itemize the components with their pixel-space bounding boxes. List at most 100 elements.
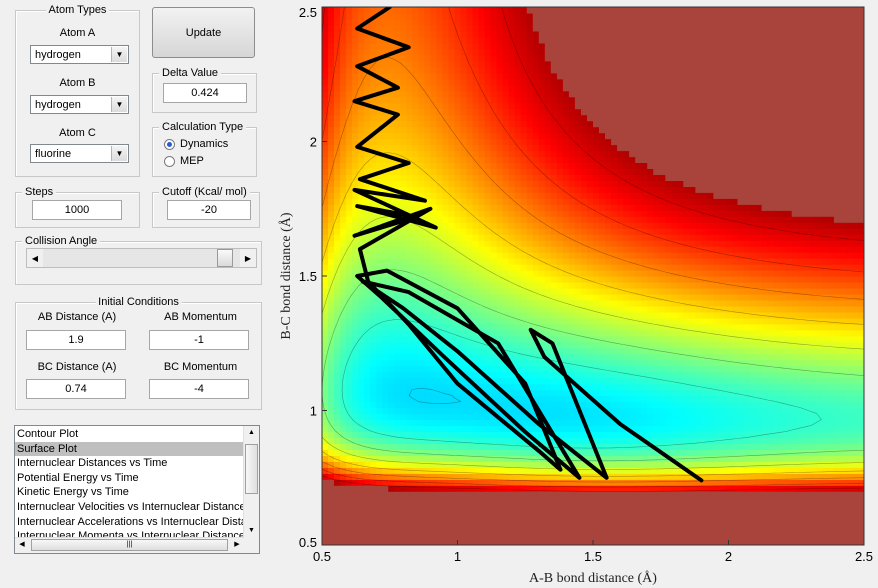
- surface-cell: [352, 491, 359, 498]
- list-horizontal-scrollbar[interactable]: ◀ ||| ▶: [15, 537, 244, 553]
- surface-cell: [574, 138, 582, 146]
- surface-cell: [508, 210, 516, 217]
- surface-cell: [448, 114, 456, 122]
- surface-cell: [388, 72, 395, 80]
- surface-cell: [502, 234, 510, 241]
- surface-cell: [472, 282, 480, 289]
- delta-input[interactable]: 0.424: [163, 83, 247, 103]
- surface-cell: [472, 42, 480, 50]
- ab-momentum-input[interactable]: -1: [149, 330, 249, 350]
- surface-cell: [647, 210, 654, 217]
- plot-list-item[interactable]: Internuclear Accelerations vs Internucle…: [15, 515, 244, 530]
- plot-list-item[interactable]: Internuclear Velocities vs Internuclear …: [15, 500, 244, 515]
- surface-cell: [550, 497, 558, 504]
- surface-cell: [376, 299, 383, 307]
- surface-cell: [508, 467, 516, 474]
- surface-cell: [526, 84, 534, 92]
- surface-cell: [346, 216, 353, 223]
- update-button[interactable]: Update: [152, 7, 255, 58]
- scroll-right-arrow-icon[interactable]: ▶: [230, 538, 244, 552]
- surface-cell: [599, 240, 606, 247]
- surface-cell: [382, 60, 389, 68]
- surface-cell: [442, 78, 449, 86]
- surface-cell: [328, 19, 335, 26]
- surface-cell: [593, 42, 600, 50]
- surface-cell: [532, 108, 540, 116]
- surface-cell: [328, 389, 335, 397]
- surface-cell: [581, 156, 588, 163]
- scroll-left-arrow-icon[interactable]: ◀: [15, 538, 29, 552]
- surface-cell: [376, 383, 383, 391]
- surface-cell: [328, 180, 335, 187]
- hscroll-thumb[interactable]: |||: [31, 539, 228, 551]
- surface-cell: [472, 144, 480, 152]
- radio-mep[interactable]: MEP: [164, 155, 204, 167]
- surface-cell: [629, 533, 636, 540]
- surface-cell: [442, 150, 449, 158]
- steps-input[interactable]: 1000: [32, 200, 122, 220]
- atom-b-select[interactable]: hydrogen ▼: [30, 95, 129, 114]
- radio-dynamics[interactable]: Dynamics: [164, 138, 228, 150]
- surface-cell: [574, 192, 582, 199]
- atom-c-value: fluorine: [35, 148, 72, 160]
- plot-list-item[interactable]: Kinetic Energy vs Time: [15, 485, 244, 500]
- surface-cell: [340, 413, 347, 421]
- surface-cell: [328, 90, 335, 98]
- plot-type-list[interactable]: Contour Plot Surface Plot Internuclear Dis…: [14, 425, 260, 554]
- surface-cell: [550, 383, 558, 391]
- atom-c-select[interactable]: fluorine ▼: [30, 144, 129, 163]
- surface-cell: [647, 413, 654, 421]
- surface-cell: [322, 311, 329, 319]
- scroll-up-arrow-icon[interactable]: ▲: [244, 426, 259, 440]
- surface-cell: [502, 533, 510, 540]
- radio-dynamics-button[interactable]: [164, 138, 175, 150]
- surface-cell: [454, 54, 462, 62]
- surface-cell: [629, 449, 636, 456]
- surface-cell: [599, 7, 606, 14]
- surface-cell: [544, 383, 552, 391]
- surface-cell: [581, 264, 588, 271]
- slider-right-arrow-icon[interactable]: ▶: [240, 249, 256, 267]
- atom-a-select[interactable]: hydrogen ▼: [30, 45, 129, 64]
- plot-list-item[interactable]: Internuclear Distances vs Time: [15, 456, 244, 471]
- slider-left-arrow-icon[interactable]: ◀: [27, 249, 43, 267]
- bc-distance-input[interactable]: 0.74: [26, 379, 126, 399]
- surface-cell: [587, 258, 594, 265]
- surface-cell: [568, 198, 576, 205]
- surface-cell: [587, 497, 594, 504]
- scroll-thumb[interactable]: [245, 444, 258, 494]
- plot-list-item[interactable]: Surface Plot: [15, 441, 244, 457]
- surface-cell: [442, 24, 449, 32]
- slider-thumb[interactable]: [216, 249, 233, 267]
- collision-angle-slider[interactable]: ◀ ▶: [26, 248, 257, 268]
- surface-cell: [400, 7, 407, 14]
- surface-cell: [406, 132, 413, 140]
- surface-cell: [508, 102, 516, 110]
- surface-cell: [526, 114, 534, 122]
- potential-energy-surface-plot[interactable]: 0.5 1 1.5 2 2.5 0.511.522.5 A-B bond distanc…: [263, 0, 878, 588]
- plot-list-item[interactable]: Contour Plot: [15, 427, 244, 442]
- surface-cell: [641, 419, 648, 427]
- surface-cell: [520, 467, 528, 474]
- surface-cell: [466, 341, 474, 349]
- surface-cell: [599, 186, 606, 193]
- surface-cell: [322, 431, 329, 438]
- surface-cell: [370, 84, 377, 92]
- ab-distance-input[interactable]: 1.9: [26, 330, 126, 350]
- surface-cell: [460, 66, 468, 74]
- cutoff-input[interactable]: -20: [167, 200, 251, 220]
- list-vertical-scrollbar[interactable]: ▲ ▼: [243, 426, 259, 538]
- surface-cell: [611, 527, 618, 534]
- surface-cell: [593, 413, 600, 421]
- scroll-down-arrow-icon[interactable]: ▼: [244, 524, 259, 538]
- surface-cell: [605, 515, 612, 522]
- plot-list-item[interactable]: Potential Energy vs Time: [15, 471, 244, 486]
- surface-cell: [581, 437, 588, 444]
- surface-cell: [617, 461, 624, 468]
- surface-cell: [581, 323, 588, 331]
- bc-momentum-input[interactable]: -4: [149, 379, 249, 399]
- surface-cell: [388, 19, 395, 26]
- surface-cell: [382, 335, 389, 343]
- radio-mep-button[interactable]: [164, 155, 175, 167]
- surface-cell: [568, 66, 576, 74]
